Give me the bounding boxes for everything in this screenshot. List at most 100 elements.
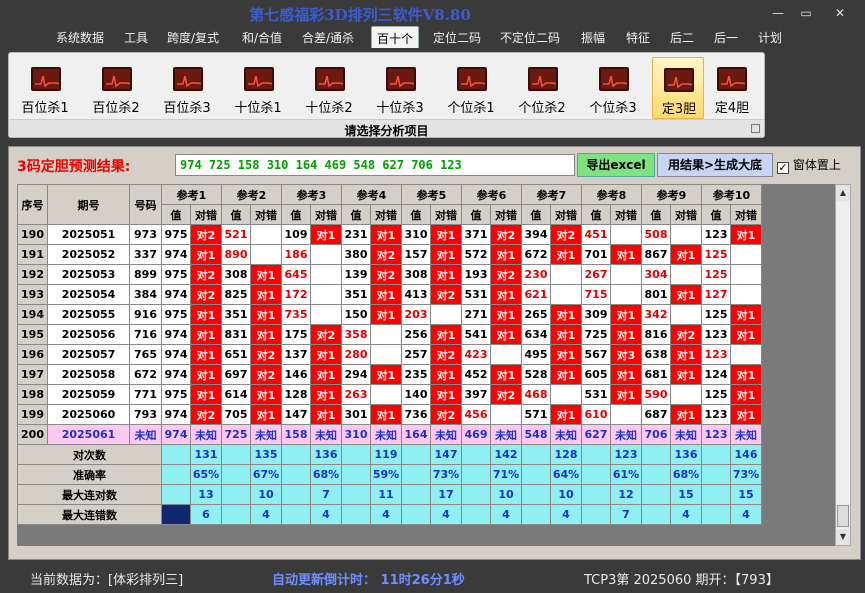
ref-value-cell: 123: [701, 344, 731, 365]
prediction-row[interactable]: 200 2025061 未知 974 未知 725 未知 158 未知 310 未知 164 未知 469…: [17, 424, 762, 445]
ref-value-cell: 124: [701, 364, 731, 385]
chart-icon: [315, 67, 345, 91]
close-button[interactable]: ✕: [832, 6, 848, 20]
row-number: 973: [129, 224, 162, 245]
menu-tools[interactable]: 工具: [124, 29, 148, 46]
export-excel-button[interactable]: 导出excel: [577, 153, 655, 177]
table-row[interactable]: 197 2025058 672 974 对1 697 对2 146 对1 294 对1 235 对1 45…: [17, 364, 762, 385]
ref-result-cell: 对1: [670, 284, 702, 305]
table-row[interactable]: 193 2025054 384 974 对2 825 对1 172 351 对1 413 对2 531 对…: [17, 284, 762, 305]
ribbon-button-5[interactable]: 十位杀2: [299, 57, 359, 119]
stat-value-cell: 71%: [490, 464, 522, 485]
maximize-button[interactable]: ▭: [798, 6, 814, 20]
ref-value-cell: 634: [521, 324, 551, 345]
stat-value-cell: 147: [430, 444, 462, 465]
stay-on-top-checkbox[interactable]: ✓ 窗体置上: [777, 156, 841, 174]
table-row[interactable]: 195 2025056 716 974 对1 831 对1 175 对2 358 256 对1 541 对…: [17, 324, 762, 345]
menu-span[interactable]: 跨度/复式: [167, 29, 219, 46]
stat-value-cell: 67%: [250, 464, 282, 485]
table-row[interactable]: 194 2025055 916 975 对1 351 对1 735 150 对1 203 271 对1 2…: [17, 304, 762, 325]
ref-value-cell: 351: [221, 304, 251, 325]
stat-value-cell: 128: [550, 444, 582, 465]
ref-result-cell: 对1: [190, 344, 222, 365]
row-period: 2025059: [47, 384, 130, 405]
results-table: 序号 期号 号码 参考1 参考2 参考3 参考4 参考5 参考6 参考7 参考8 参考9 参考10 值对错…: [17, 184, 762, 525]
stat-blank-cell: [341, 484, 371, 505]
ref-value-cell: 672: [521, 244, 551, 265]
result-label: 3码定胆预测结果:: [17, 159, 131, 175]
row-number: 771: [129, 384, 162, 405]
stat-blank-cell: [341, 444, 371, 465]
row-seq: 196: [17, 344, 48, 365]
checkbox-check-icon[interactable]: ✓: [777, 162, 789, 174]
col-header-value: 值: [161, 204, 191, 225]
menu-feature[interactable]: 特征: [626, 29, 650, 46]
table-row[interactable]: 196 2025057 765 974 对1 651 对2 137 对1 280 257 对2 423 4…: [17, 344, 762, 365]
table-row[interactable]: 191 2025052 337 974 对1 890 186 380 对2 157 对1 572 对1 6…: [17, 244, 762, 265]
ref-result-cell: 对1: [250, 284, 282, 305]
ribbon-button-2[interactable]: 百位杀2: [86, 57, 146, 119]
table-row[interactable]: 190 2025051 973 975 对2 521 109 对1 231 对1 310 对1 371 对…: [17, 224, 762, 245]
predicted-value-cell: 725: [221, 424, 251, 445]
ref-value-cell: 452: [461, 364, 491, 385]
menu-last-one[interactable]: 后一: [714, 29, 738, 46]
menu-position-two[interactable]: 定位二码: [433, 29, 481, 46]
ribbon-button-3[interactable]: 百位杀3: [157, 57, 217, 119]
stat-blank-cell: [401, 444, 431, 465]
menu-plan[interactable]: 计划: [758, 29, 782, 46]
scroll-up-icon[interactable]: ▲: [836, 185, 850, 201]
result-field[interactable]: 974 725 158 310 164 469 548 627 706 123: [175, 154, 575, 176]
ref-value-cell: 235: [401, 364, 431, 385]
ref-result-cell: 对1: [430, 264, 462, 285]
ribbon-button-6[interactable]: 十位杀3: [370, 57, 430, 119]
ribbon-button-11[interactable]: 定4胆: [706, 57, 758, 119]
col-header-ref: 参考2: [221, 184, 282, 205]
ribbon-expand-icon[interactable]: [751, 124, 760, 133]
menu-diff[interactable]: 合差/通杀: [302, 29, 354, 46]
ref-result-cell: [430, 304, 462, 325]
ref-value-cell: 147: [281, 404, 311, 425]
ref-value-cell: 193: [461, 264, 491, 285]
menu-system-data[interactable]: 系统数据: [56, 29, 104, 46]
scroll-down-icon[interactable]: ▼: [836, 529, 850, 545]
col-header-result: 对错: [310, 204, 342, 225]
stat-value-cell: 7: [610, 504, 642, 525]
ref-result-cell: [610, 224, 642, 245]
vertical-scrollbar[interactable]: ▲ ▼: [835, 184, 851, 546]
ref-result-cell: [490, 404, 522, 425]
generate-base-button[interactable]: 用结果>生成大底: [657, 153, 773, 177]
ribbon-button-7[interactable]: 个位杀1: [441, 57, 501, 119]
table-row[interactable]: 192 2025053 899 975 对2 308 对1 645 139 对2 308 对1 193 对…: [17, 264, 762, 285]
stat-value-cell: 68%: [310, 464, 342, 485]
ref-result-cell: 对1: [430, 224, 462, 245]
stat-value-cell: 4: [730, 504, 762, 525]
ribbon-button-9[interactable]: 个位杀3: [583, 57, 643, 119]
ref-result-cell: 对1: [250, 404, 282, 425]
col-header-number: 号码: [129, 184, 162, 225]
ref-value-cell: 157: [401, 244, 431, 265]
ref-result-cell: 对1: [190, 384, 222, 405]
ref-result-cell: 对1: [370, 284, 402, 305]
table-row[interactable]: 199 2025060 793 974 对2 705 对1 147 对1 301 对1 736 对2 45…: [17, 404, 762, 425]
stat-value-cell: 10: [550, 484, 582, 505]
row-seq: 200: [17, 424, 48, 445]
ribbon-button-10[interactable]: 定3胆: [652, 57, 704, 119]
menu-hundred-ten-one[interactable]: 百十个: [371, 26, 420, 48]
menu-nonposition-two[interactable]: 不定位二码: [500, 29, 560, 46]
menu-amplitude[interactable]: 振幅: [581, 29, 605, 46]
row-number: 916: [129, 304, 162, 325]
ribbon-button-4[interactable]: 十位杀1: [228, 57, 288, 119]
ref-result-cell: 对2: [550, 224, 582, 245]
menu-last-two[interactable]: 后二: [670, 29, 694, 46]
table-row[interactable]: 198 2025059 771 975 对1 614 对1 128 对1 263 140 对1 397 对…: [17, 384, 762, 405]
menu-sum[interactable]: 和/合值: [242, 29, 282, 46]
stat-label: 最大连错数: [17, 504, 162, 525]
scroll-thumb[interactable]: [837, 505, 849, 527]
col-header-ref: 参考7: [521, 184, 582, 205]
ref-value-cell: 123: [701, 224, 731, 245]
ribbon-button-8[interactable]: 个位杀2: [512, 57, 572, 119]
predicted-value-cell: 627: [581, 424, 611, 445]
col-header-ref: 参考5: [401, 184, 462, 205]
ribbon-button-1[interactable]: 百位杀1: [15, 57, 75, 119]
minimize-button[interactable]: —: [770, 6, 786, 20]
